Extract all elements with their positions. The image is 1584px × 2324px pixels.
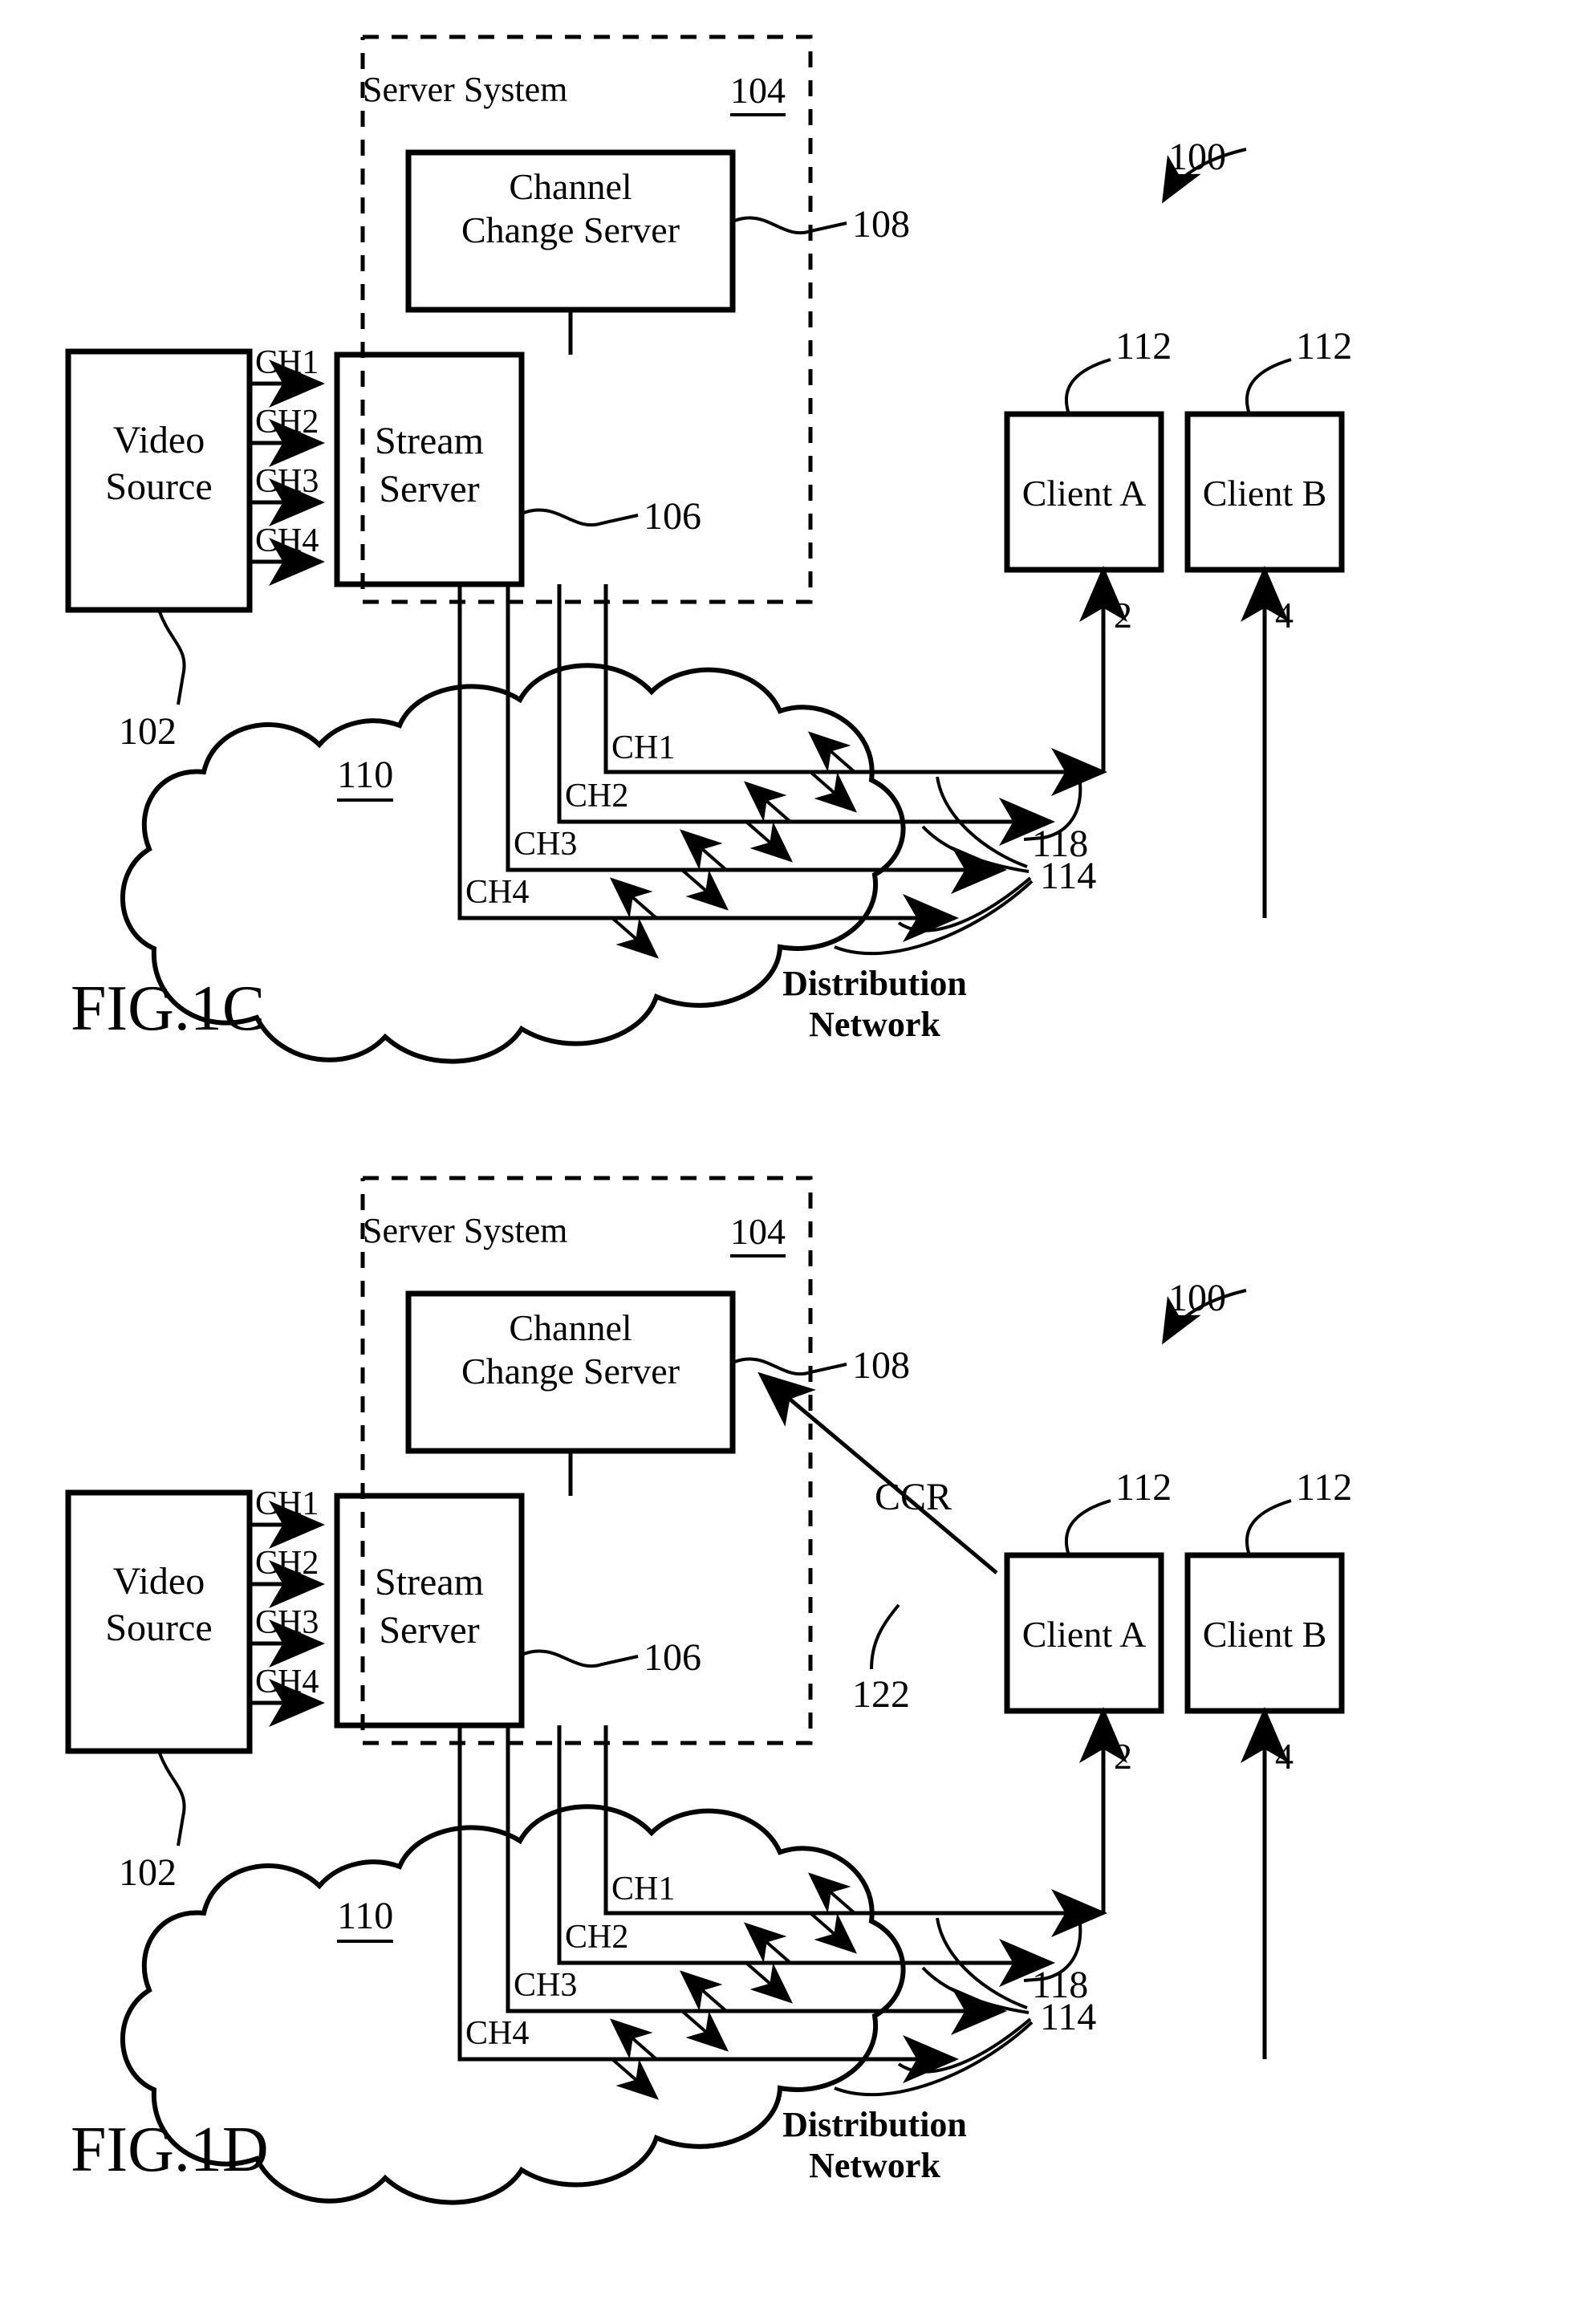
client-b-label-1c: Client B xyxy=(1202,473,1327,514)
ref-114-1d: 114 xyxy=(1040,1996,1097,2038)
leader-112-a-1c xyxy=(1064,358,1111,415)
ccr-label-1d: CCR xyxy=(875,1476,952,1518)
ch3-network-path-1d xyxy=(506,1725,1007,2035)
ref-114-1c: 114 xyxy=(1040,855,1097,897)
network-ch3-label-1c: CH3 xyxy=(514,826,578,863)
ref-106-1c: 106 xyxy=(644,495,701,538)
network-ch2-label-1d: CH2 xyxy=(565,1919,629,1956)
input-ch1-label-1c: CH1 xyxy=(255,344,319,381)
ref-100-1d: 100 xyxy=(1168,1277,1226,1319)
leader-102-1c xyxy=(157,609,186,705)
ref-102-1c: 102 xyxy=(119,710,177,753)
leader-106-1d xyxy=(521,1649,639,1668)
client-a-label-1d: Client A xyxy=(1021,1614,1147,1655)
video-source-label-1d: Video Source xyxy=(105,1560,213,1649)
ref-112-a-1d: 112 xyxy=(1115,1466,1172,1509)
server-system-ref-1d: 104 xyxy=(730,1210,786,1257)
network-ch4-label-1d: CH4 xyxy=(465,2015,530,2052)
stream-server-label-1d: Stream Server xyxy=(375,1561,484,1652)
figure-caption-1c: FIG.1C xyxy=(71,973,266,1044)
client-b-link-number-1c: 4 xyxy=(1275,595,1294,636)
input-ch4-label-1c: CH4 xyxy=(255,522,319,559)
video-source-label-1c: Video Source xyxy=(105,419,213,508)
ref-112-b-1c: 112 xyxy=(1296,325,1353,368)
network-ch3-label-1d: CH3 xyxy=(514,1967,578,2004)
ch1-network-path-1c xyxy=(603,584,1107,796)
server-system-label-1d: Server System xyxy=(363,1211,568,1250)
leader-114-fan-1c xyxy=(834,776,1034,956)
leader-106-1c xyxy=(521,508,639,527)
leader-114-fan-1d xyxy=(834,1917,1034,2097)
ccr-arrow-1d xyxy=(757,1371,998,1574)
leader-108-1c xyxy=(732,216,847,235)
network-ch2-label-1c: CH2 xyxy=(565,778,629,815)
ref-100-1c: 100 xyxy=(1168,136,1226,178)
ref-122-1d: 122 xyxy=(852,1673,910,1716)
network-ch1-label-1c: CH1 xyxy=(611,729,676,766)
input-ch2-label-1d: CH2 xyxy=(255,1545,319,1582)
client-b-label-1d: Client B xyxy=(1202,1614,1327,1655)
leader-108-1d xyxy=(732,1357,847,1376)
client-a-link-number-1c: 2 xyxy=(1114,595,1132,636)
server-system-label-1c: Server System xyxy=(363,70,568,109)
ch1-network-path-1d xyxy=(603,1725,1107,1937)
ref-106-1d: 106 xyxy=(644,1636,701,1679)
network-ref-110-1c: 110 xyxy=(337,753,394,802)
input-ch1-label-1d: CH1 xyxy=(255,1485,319,1522)
distribution-network-label-1d: Distribution Network xyxy=(782,2105,967,2185)
channel-change-server-label-1c: Channel Change Server xyxy=(461,166,680,250)
ref-108-1c: 108 xyxy=(852,203,910,246)
server-system-boundary-1c xyxy=(360,35,813,604)
client-a-label-1c: Client A xyxy=(1021,473,1147,514)
network-ref-110-1d: 110 xyxy=(337,1894,394,1943)
leader-102-1d xyxy=(157,1750,186,1847)
leader-112-b-1c xyxy=(1245,358,1292,415)
leader-122-1d xyxy=(870,1603,900,1670)
ref-102-1d: 102 xyxy=(119,1851,177,1894)
server-system-boundary-1d xyxy=(360,1176,813,1745)
figure-caption-1d: FIG.1D xyxy=(71,2115,269,2185)
input-ch3-label-1d: CH3 xyxy=(255,1604,319,1641)
input-ch3-label-1c: CH3 xyxy=(255,463,319,500)
ref-108-1d: 108 xyxy=(852,1344,910,1387)
ch2-network-path-1d xyxy=(557,1725,1055,1987)
leader-112-a-1d xyxy=(1064,1499,1111,1556)
patent-drawing-sheet: Server System 104 Channel Change Server … xyxy=(0,0,1584,2324)
stream-server-label-1c: Stream Server xyxy=(375,420,484,510)
leader-112-b-1d xyxy=(1245,1499,1292,1556)
distribution-network-label-1c: Distribution Network xyxy=(782,964,967,1044)
network-ch4-label-1c: CH4 xyxy=(465,874,530,911)
ch2-network-path-1c xyxy=(557,584,1055,846)
ref-112-a-1c: 112 xyxy=(1115,325,1172,368)
ref-112-b-1d: 112 xyxy=(1296,1466,1353,1509)
client-b-link-number-1d: 4 xyxy=(1275,1736,1294,1777)
channel-change-server-label-1d: Channel Change Server xyxy=(461,1307,680,1392)
ch3-network-path-1c xyxy=(506,584,1007,894)
input-ch2-label-1c: CH2 xyxy=(255,404,319,441)
client-a-link-number-1d: 2 xyxy=(1114,1736,1132,1777)
network-ch1-label-1d: CH1 xyxy=(611,1871,676,1908)
server-system-ref-1c: 104 xyxy=(730,69,786,116)
input-ch4-label-1d: CH4 xyxy=(255,1664,319,1700)
